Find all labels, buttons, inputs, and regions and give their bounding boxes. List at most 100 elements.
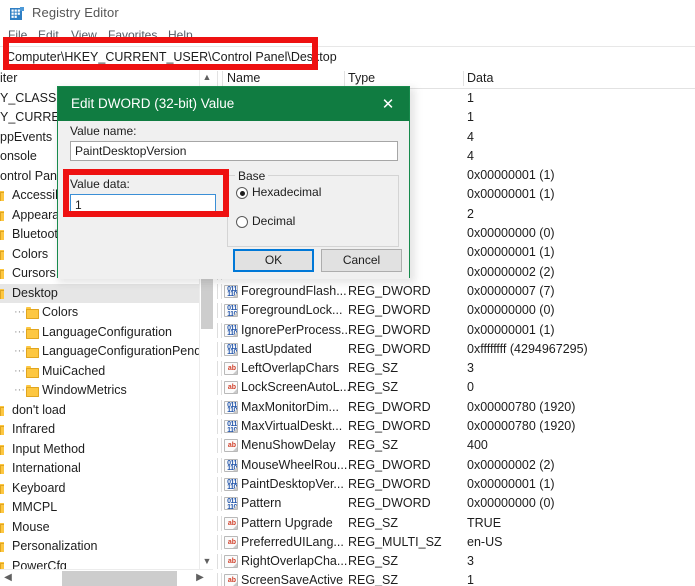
tree-item-label: Appeara bbox=[12, 207, 60, 222]
cell-data: 0x00000001 (1) bbox=[467, 168, 555, 183]
table-row[interactable]: 011 110 MaxMonitorDim... REG_DWORD 0x0000078… bbox=[214, 398, 695, 417]
table-row[interactable]: ab Pattern Upgrade REG_SZ TRUE bbox=[214, 514, 695, 533]
value-data-label: Value data: bbox=[70, 177, 130, 191]
table-row[interactable]: 011 110 PaintDesktopVer... REG_DWORD 0x00000… bbox=[214, 475, 695, 494]
folder-icon bbox=[26, 385, 39, 397]
tree-item-mouse[interactable]: Mouse bbox=[0, 518, 200, 538]
tree-item-label: WindowMetrics bbox=[42, 383, 127, 397]
tree-item-infrared[interactable]: Infrared bbox=[0, 420, 200, 440]
string-value-icon: ab bbox=[224, 362, 238, 376]
base-option-hexadecimal-label: Hexadecimal bbox=[252, 185, 322, 199]
radio-hexadecimal-icon[interactable] bbox=[236, 187, 248, 199]
table-row[interactable]: 011 110 ForegroundLock... REG_DWORD 0x000000… bbox=[214, 301, 695, 320]
dword-value-icon: 011 110 bbox=[224, 342, 238, 356]
tree-item-label: Colors bbox=[42, 305, 79, 319]
row-divider bbox=[217, 515, 218, 531]
cell-type: REG_DWORD bbox=[348, 322, 431, 337]
folder-icon bbox=[0, 561, 4, 569]
tree-item-label: Cursors bbox=[12, 266, 56, 280]
column-header-name[interactable]: Name bbox=[227, 71, 260, 85]
cell-name: ForegroundFlash... bbox=[241, 283, 347, 298]
row-divider bbox=[221, 438, 222, 454]
value-name-input[interactable]: PaintDesktopVersion bbox=[70, 141, 398, 161]
cancel-button[interactable]: Cancel bbox=[321, 249, 402, 272]
folder-icon bbox=[0, 269, 4, 279]
row-divider bbox=[221, 341, 222, 357]
tree-item-label: MMCPL bbox=[12, 500, 58, 514]
tree-connector-dots: ··· bbox=[14, 325, 25, 338]
chevron-up-icon[interactable]: ▲ bbox=[200, 69, 214, 85]
table-row[interactable]: 011 110 IgnorePerProcess... REG_DWORD 0x0000… bbox=[214, 321, 695, 340]
cell-data: 0x00000000 (0) bbox=[467, 496, 555, 511]
ok-button[interactable]: OK bbox=[233, 249, 314, 272]
menu-item-file[interactable]: File bbox=[8, 28, 27, 42]
row-divider bbox=[217, 341, 218, 357]
table-row[interactable]: 011 110 LastUpdated REG_DWORD 0xffffffff (42… bbox=[214, 340, 695, 359]
tree-horizontal-scrollbar[interactable]: ◀ ▶ bbox=[0, 569, 213, 586]
tree-item-label: Desktop bbox=[12, 285, 58, 300]
address-bar[interactable]: Computer\HKEY_CURRENT_USER\Control Panel… bbox=[0, 46, 695, 70]
tree-item-label: Keyboard bbox=[12, 480, 66, 495]
tree-item-personalization[interactable]: Personalization bbox=[0, 537, 200, 557]
table-row[interactable]: 011 110 MaxVirtualDeskt... REG_DWORD 0x00000… bbox=[214, 417, 695, 436]
table-row[interactable]: ab LockScreenAutoL... REG_SZ 0 bbox=[214, 378, 695, 397]
tree-item-windowmetrics[interactable]: ··· WindowMetrics bbox=[0, 381, 200, 401]
tree-item-muicached[interactable]: ··· MuiCached bbox=[0, 362, 200, 382]
chevron-down-icon[interactable]: ▼ bbox=[200, 553, 214, 569]
table-row[interactable]: 011 110 Pattern REG_DWORD 0x00000000 (0) bbox=[214, 494, 695, 513]
cell-type: REG_MULTI_SZ bbox=[348, 534, 442, 549]
tree-item-label: ppEvents bbox=[0, 129, 53, 144]
tree-item-mmcpl[interactable]: MMCPL bbox=[0, 498, 200, 518]
table-row[interactable]: ab RightOverlapCha... REG_SZ 3 bbox=[214, 552, 695, 571]
column-header-data[interactable]: Data bbox=[467, 71, 493, 85]
table-row[interactable]: ab PreferredUILang... REG_MULTI_SZ en-US bbox=[214, 533, 695, 552]
folder-icon bbox=[0, 483, 4, 494]
close-icon[interactable]: ✕ bbox=[367, 87, 409, 121]
dialog-body: Value name: PaintDesktopVersion Value da… bbox=[58, 121, 409, 279]
edit-dword-dialog: Edit DWORD (32-bit) Value ✕ Value name: … bbox=[57, 86, 410, 279]
base-legend: Base bbox=[235, 169, 269, 183]
column-header-type[interactable]: Type bbox=[348, 71, 375, 85]
folder-icon bbox=[0, 425, 4, 435]
tree-item-colors[interactable]: ··· Colors bbox=[0, 303, 200, 323]
menu-item-favorites[interactable]: Favorites bbox=[108, 28, 157, 42]
dword-value-icon: 011 110 bbox=[224, 284, 238, 298]
value-data-input[interactable]: 1 bbox=[70, 194, 216, 216]
chevron-right-icon[interactable]: ▶ bbox=[192, 570, 208, 586]
menu-item-edit[interactable]: Edit bbox=[38, 28, 59, 42]
row-divider bbox=[221, 419, 222, 435]
row-divider bbox=[221, 380, 222, 396]
cell-name: MaxMonitorDim... bbox=[241, 399, 339, 414]
tree-item-label: Personalization bbox=[12, 539, 98, 553]
folder-icon bbox=[26, 326, 39, 339]
string-value-icon: ab bbox=[224, 516, 238, 530]
tree-item-languageconfigurationpending[interactable]: ··· LanguageConfigurationPending bbox=[0, 342, 213, 362]
cell-data: 0xffffffff (4294967295) bbox=[467, 341, 588, 356]
tree-item-input-method[interactable]: Input Method bbox=[0, 440, 200, 460]
cell-name: IgnorePerProcess... bbox=[241, 322, 352, 337]
cell-name: LockScreenAutoL... bbox=[241, 380, 351, 395]
tree-horizontal-scroll-thumb[interactable] bbox=[62, 571, 177, 586]
radio-decimal-icon[interactable] bbox=[236, 216, 248, 228]
folder-icon bbox=[26, 365, 39, 378]
cell-name: PreferredUILang... bbox=[241, 534, 344, 549]
row-divider bbox=[217, 438, 218, 454]
tree-item-desktop[interactable]: Desktop bbox=[0, 283, 200, 303]
cell-type: REG_SZ bbox=[348, 515, 399, 530]
chevron-left-icon[interactable]: ◀ bbox=[0, 570, 16, 586]
table-row[interactable]: ab LeftOverlapChars REG_SZ 3 bbox=[214, 359, 695, 378]
cell-data: 3 bbox=[467, 554, 474, 569]
tree-item-international[interactable]: International bbox=[0, 459, 200, 479]
table-row[interactable]: ab ScreenSaveActive REG_SZ 1 bbox=[214, 571, 695, 586]
menu-item-help[interactable]: Help bbox=[168, 28, 193, 42]
table-row[interactable]: 011 110 ForegroundFlash... REG_DWORD 0x00000… bbox=[214, 282, 695, 301]
tree-item-powercfg[interactable]: PowerCfg bbox=[0, 557, 200, 569]
table-row[interactable]: ab MenuShowDelay REG_SZ 400 bbox=[214, 436, 695, 455]
tree-item-don-t-load[interactable]: don't load bbox=[0, 401, 200, 421]
menu-item-view[interactable]: View bbox=[71, 28, 97, 42]
tree-connector-dots: ··· bbox=[14, 384, 25, 396]
table-row[interactable]: 011 110 MouseWheelRou... REG_DWORD 0x0000000… bbox=[214, 456, 695, 475]
tree-item-languageconfiguration[interactable]: ··· LanguageConfiguration bbox=[0, 323, 200, 343]
folder-icon bbox=[0, 444, 4, 455]
tree-item-keyboard[interactable]: Keyboard bbox=[0, 479, 200, 499]
